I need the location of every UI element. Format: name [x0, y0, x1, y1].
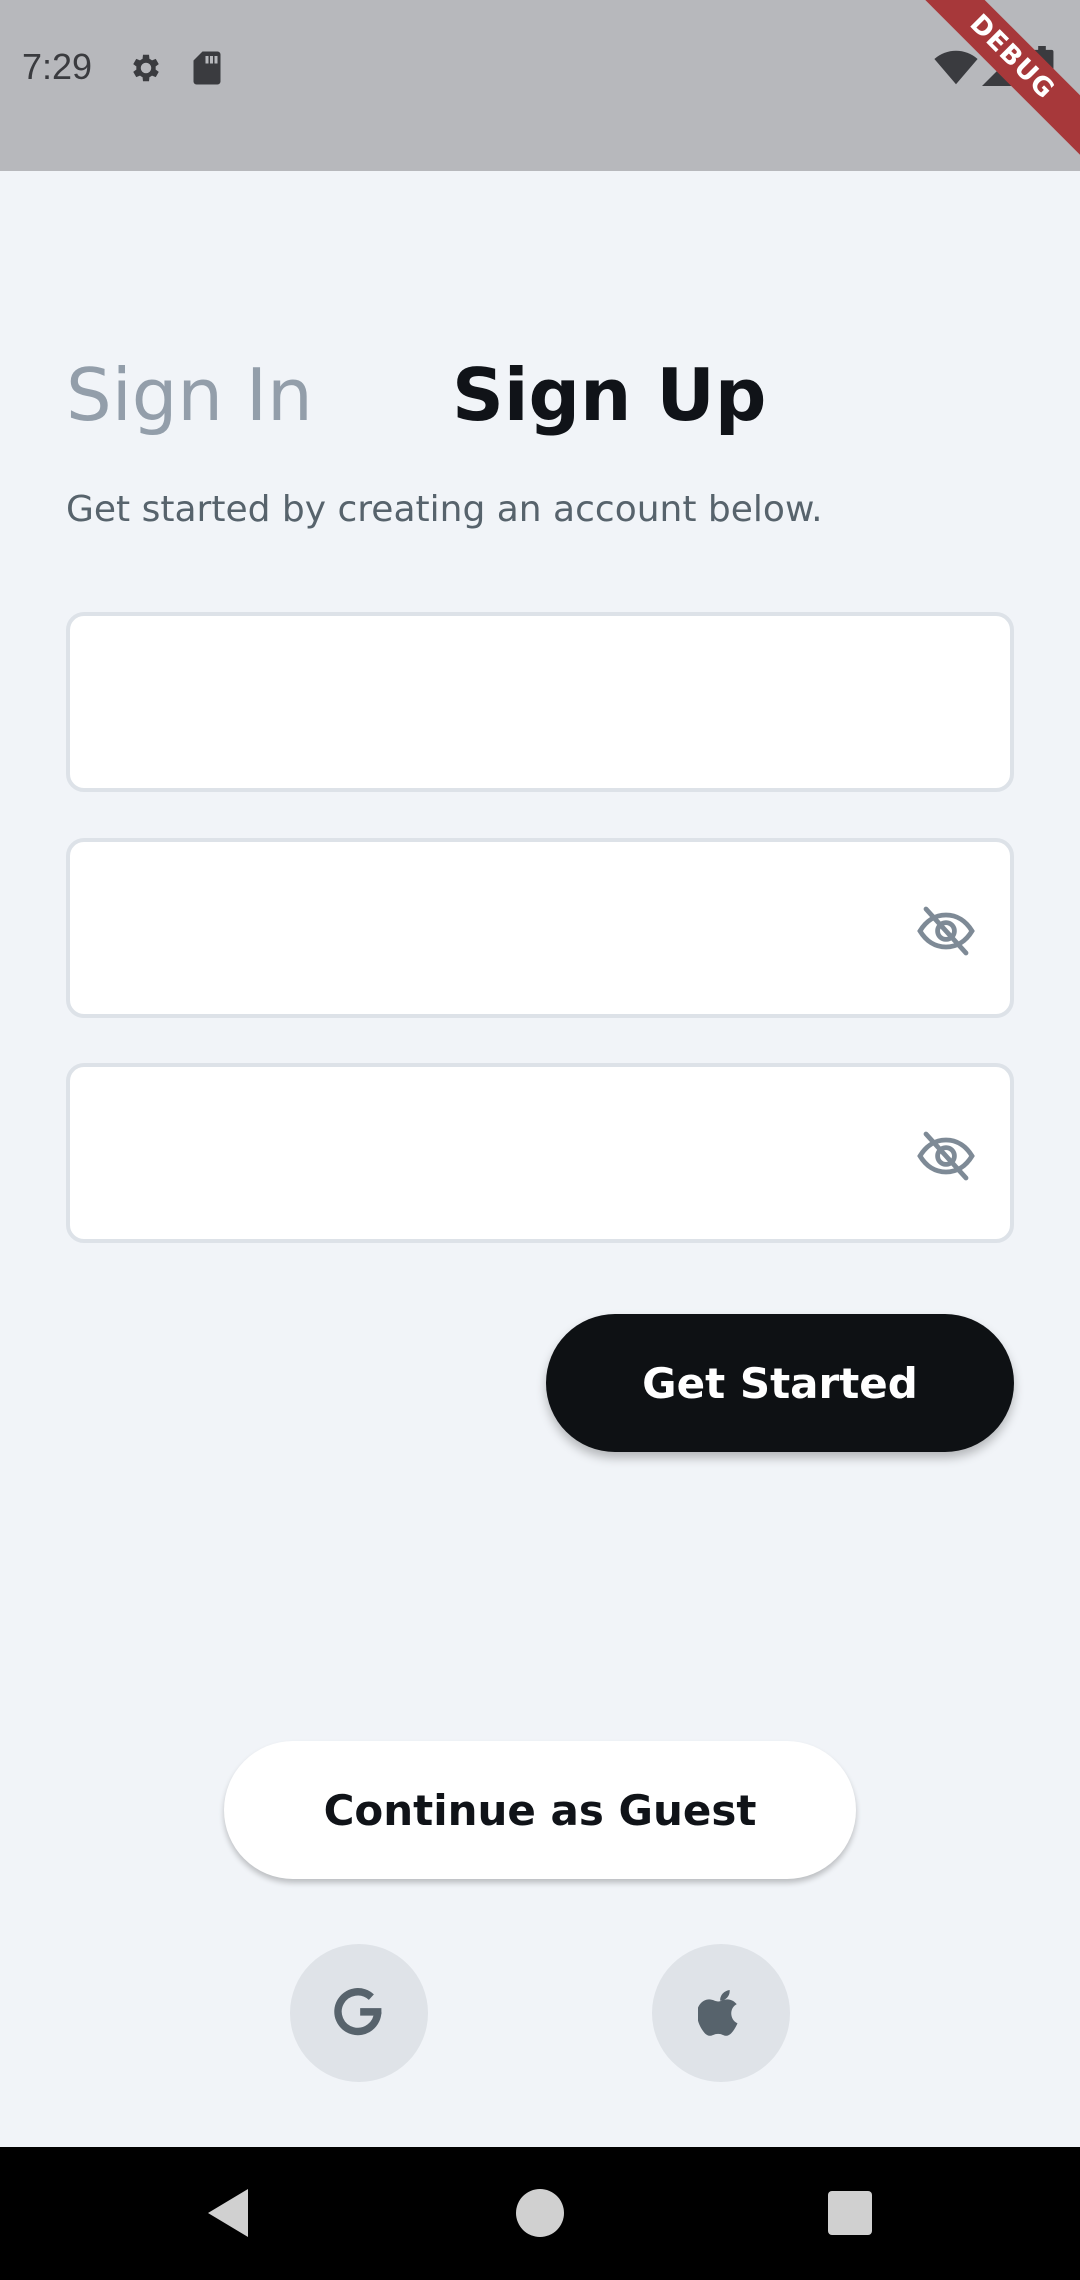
- continue-as-guest-button[interactable]: Continue as Guest: [224, 1741, 856, 1879]
- get-started-button[interactable]: Get Started: [546, 1314, 1014, 1452]
- wifi-icon: [934, 50, 978, 85]
- sd-card-icon: [193, 51, 221, 85]
- google-sign-in-button[interactable]: [290, 1944, 428, 2082]
- status-time: 7:29: [22, 46, 93, 87]
- tab-sign-in[interactable]: Sign In: [66, 352, 313, 438]
- confirm-password-field[interactable]: [70, 1067, 1010, 1239]
- page-subtitle: Get started by creating an account below…: [66, 489, 823, 530]
- visibility-off-icon[interactable]: [916, 1129, 976, 1183]
- apple-icon: [698, 1990, 738, 2036]
- google-icon: [334, 1988, 382, 2036]
- email-field-container: [66, 612, 1014, 792]
- back-icon[interactable]: [200, 2181, 264, 2245]
- battery-icon: [1030, 46, 1054, 88]
- password-field[interactable]: [70, 842, 1010, 1014]
- signal-icon: [982, 50, 1018, 86]
- tab-sign-up[interactable]: Sign Up: [452, 352, 766, 438]
- visibility-off-icon[interactable]: [916, 904, 976, 958]
- apple-sign-in-button[interactable]: [652, 1944, 790, 2082]
- status-bar: 7:29 DEBUG: [0, 0, 1080, 171]
- gear-icon: [133, 54, 159, 82]
- confirm-password-field-container: [66, 1063, 1014, 1243]
- password-field-container: [66, 838, 1014, 1018]
- email-field[interactable]: [70, 616, 1010, 788]
- navigation-bar: [0, 2147, 1080, 2280]
- recent-apps-icon[interactable]: [818, 2181, 882, 2245]
- home-icon[interactable]: [508, 2181, 572, 2245]
